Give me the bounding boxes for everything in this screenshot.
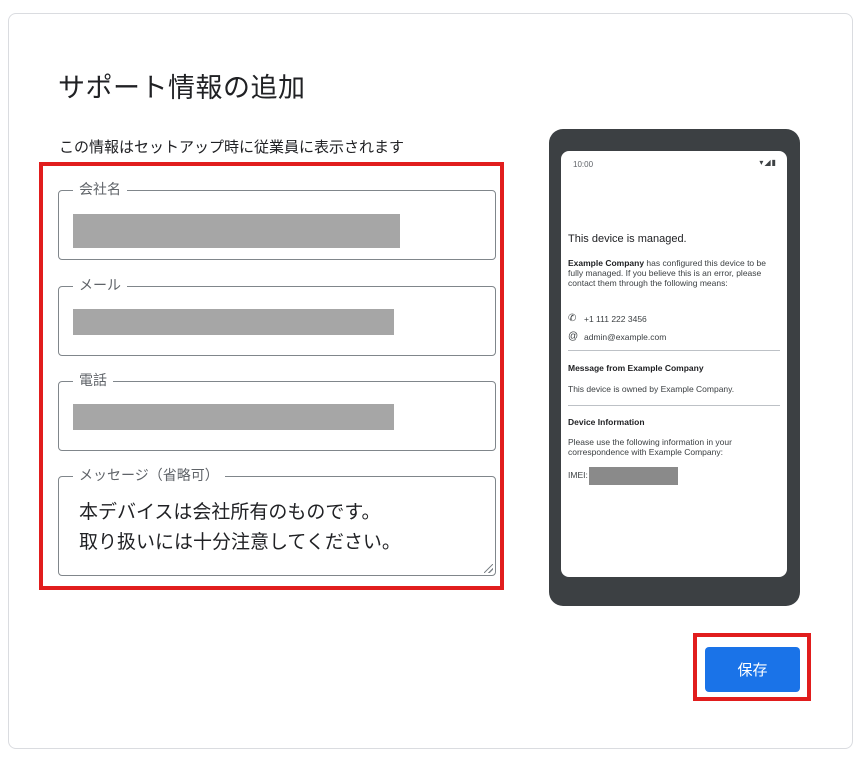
preview-phone: +1 111 222 3456 bbox=[584, 313, 647, 324]
at-icon: @ bbox=[568, 331, 579, 342]
divider bbox=[568, 405, 780, 406]
preview-device-body: Please use the following information in … bbox=[568, 437, 732, 457]
redacted-value bbox=[73, 214, 400, 248]
redacted-value bbox=[73, 404, 394, 430]
phone-field[interactable]: 電話 bbox=[58, 372, 496, 451]
preview-imei-label: IMEI: bbox=[568, 470, 588, 480]
device-preview: 10:00 ▾◢▮ This device is managed. Exampl… bbox=[549, 129, 800, 606]
preview-body: Example Company has configured this devi… bbox=[568, 258, 782, 288]
company-name-field[interactable]: 会社名 bbox=[58, 181, 496, 260]
signal-battery-icon: ▾◢▮ bbox=[759, 158, 777, 167]
message-textarea[interactable]: メッセージ（省略可） 本デバイスは会社所有のものです。 取り扱いには十分注意して… bbox=[58, 467, 496, 576]
page-title: サポート情報の追加 bbox=[58, 73, 306, 104]
preview-heading: This device is managed. bbox=[568, 233, 687, 245]
preview-device-heading: Device Information bbox=[568, 417, 645, 427]
device-screen: 10:00 ▾◢▮ This device is managed. Exampl… bbox=[561, 151, 787, 577]
divider bbox=[568, 350, 780, 351]
preview-message-heading: Message from Example Company bbox=[568, 363, 704, 373]
phone-label: 電話 bbox=[73, 372, 113, 390]
phone-icon: ✆ bbox=[568, 313, 577, 324]
page-subtitle: この情報はセットアップ時に従業員に表示されます bbox=[59, 138, 405, 156]
company-name-label: 会社名 bbox=[73, 181, 127, 199]
preview-email-row: @ admin@example.com bbox=[568, 331, 666, 342]
preview-email: admin@example.com bbox=[584, 331, 667, 342]
email-label: メール bbox=[73, 277, 127, 295]
preview-company: Example Company bbox=[568, 258, 645, 268]
save-button[interactable]: 保存 bbox=[705, 647, 800, 692]
resize-handle-icon[interactable] bbox=[484, 564, 493, 573]
status-bar: 10:00 ▾◢▮ bbox=[561, 151, 787, 169]
email-field[interactable]: メール bbox=[58, 277, 496, 356]
message-value[interactable]: 本デバイスは会社所有のものです。 取り扱いには十分注意してください。 bbox=[79, 497, 401, 557]
redacted-imei bbox=[589, 467, 678, 485]
message-label: メッセージ（省略可） bbox=[73, 467, 225, 485]
redacted-value bbox=[73, 309, 394, 335]
preview-message-body: This device is owned by Example Company. bbox=[568, 384, 735, 394]
preview-phone-row: ✆ +1 111 222 3456 bbox=[568, 313, 647, 324]
status-time: 10:00 bbox=[573, 160, 594, 169]
